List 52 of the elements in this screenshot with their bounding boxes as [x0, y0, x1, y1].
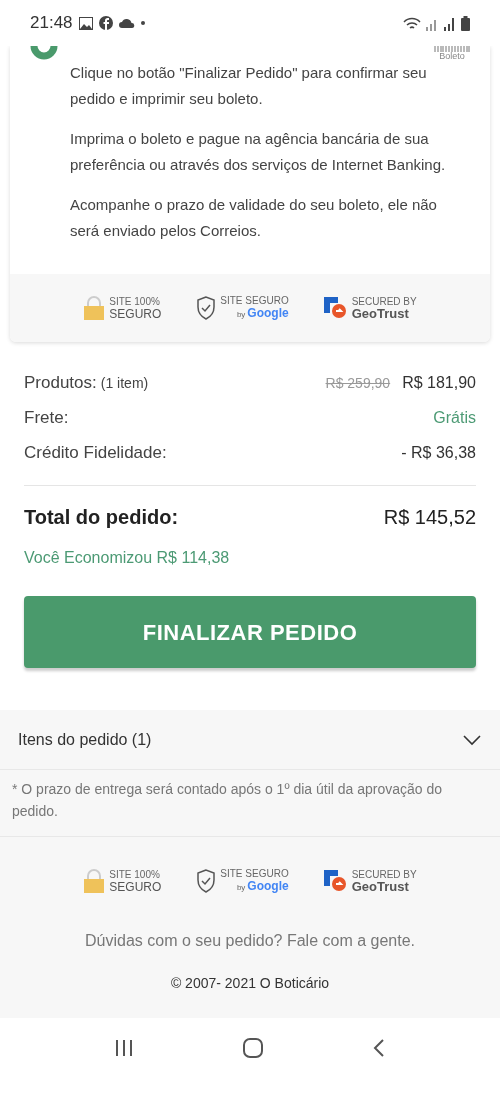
summary-label: Frete: — [24, 406, 69, 429]
instruction-text: Clique no botão "Finalizar Pedido" para confirmar seu pedido e imprimir seu boleto. — [70, 63, 428, 109]
battery-icon — [461, 15, 470, 31]
help-text: Dúvidas com o seu pedido? Fale com a gente. — [84, 931, 416, 951]
seal-text: SITE 100% — [109, 869, 161, 881]
google-text: Google — [247, 307, 289, 319]
savings-text: Você Economizou R$ 114,38 — [24, 548, 231, 568]
instruction-text: Acompanhe o prazo de validade do seu boleto, ele não será enviado pelos Correios. — [70, 195, 438, 241]
seal-text: SITE SEGURO — [220, 295, 289, 307]
image-icon — [78, 16, 93, 30]
barcode-icon — [434, 46, 470, 52]
radio-button[interactable] — [30, 46, 58, 60]
geotrust-logo-icon — [323, 870, 348, 892]
geotrust-text: GeoTrust — [351, 308, 410, 320]
boleto-label: Boleto — [439, 52, 465, 61]
geotrust-text: GeoTrust — [351, 881, 410, 893]
seal-text: SITE SEGURO — [220, 868, 289, 880]
recent-apps-icon[interactable] — [114, 1039, 134, 1057]
order-items-toggle[interactable]: Itens do pedido (1) — [0, 710, 500, 770]
seal-text: by — [236, 882, 246, 894]
seal-text: SECURED BY — [351, 296, 417, 308]
seal-text: by — [236, 309, 246, 321]
padlock-icon — [83, 869, 106, 893]
wifi-icon — [403, 16, 421, 31]
padlock-icon — [83, 296, 106, 320]
dot-icon — [140, 21, 145, 25]
seal-text: SECURED BY — [351, 869, 417, 881]
total-label: Total do pedido: — [24, 505, 179, 530]
geotrust-logo-icon — [323, 297, 348, 319]
summary-value: R$ 181,90 — [402, 372, 476, 393]
signal-icon — [443, 16, 457, 31]
copyright-text: © 2007- 2021 O Boticário — [169, 974, 331, 993]
shield-check-icon — [196, 869, 217, 893]
social-app-icon — [98, 16, 113, 30]
seal-text: SITE 100% — [109, 296, 161, 308]
google-text: Google — [247, 880, 289, 892]
cloud-icon — [118, 18, 135, 28]
seal-text: SEGURO — [109, 881, 162, 893]
shield-check-icon — [196, 296, 217, 320]
delivery-note: * O prazo de entrega será contado após o 1º dia útil da aprovação do pedido. — [0, 770, 500, 837]
old-price: R$ 259,90 — [325, 373, 391, 393]
item-count: (1 item) — [100, 373, 149, 393]
summary-label: Produtos: — [24, 371, 97, 394]
total-value: R$ 145,52 — [383, 505, 476, 530]
summary-value: - R$ 36,38 — [401, 442, 476, 463]
seal-text: SEGURO — [109, 308, 162, 320]
summary-value: Grátis — [433, 407, 476, 428]
summary-label: Crédito Fidelidade: — [24, 441, 167, 464]
home-icon[interactable] — [242, 1037, 264, 1059]
clock-text: 21:48 — [30, 12, 73, 35]
instruction-text: Imprima o boleto e pague na agência bancária de sua preferência ou através dos serviços de Internet Banking. — [70, 129, 447, 175]
back-icon[interactable] — [372, 1038, 386, 1058]
